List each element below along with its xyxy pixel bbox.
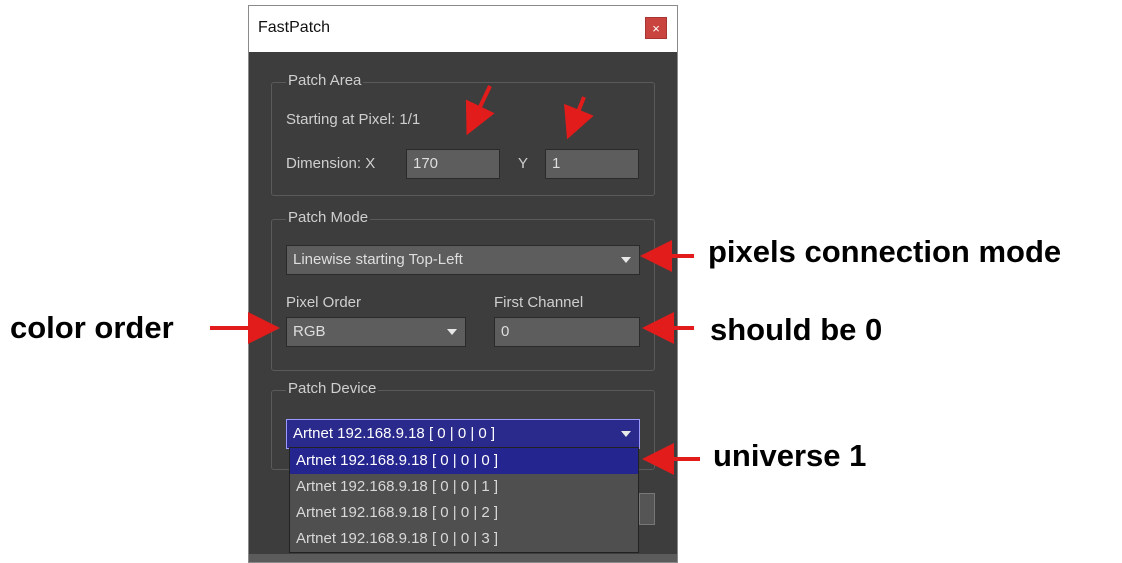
title-bar: FastPatch × xyxy=(249,6,677,53)
dropdown-option[interactable]: Artnet 192.168.9.18 [ 0 | 0 | 1 ] xyxy=(290,474,638,500)
close-icon: × xyxy=(652,21,660,36)
first-channel-input[interactable]: 0 xyxy=(494,317,640,347)
dialog-bottom-edge xyxy=(249,554,677,562)
patch-device-select[interactable]: Artnet 192.168.9.18 [ 0 | 0 | 0 ] xyxy=(286,419,640,449)
patch-area-group: Patch Area Starting at Pixel: 1/1 Dimens… xyxy=(271,72,655,196)
annotation-universe-1: universe 1 xyxy=(713,438,867,473)
dropdown-option[interactable]: Artnet 192.168.9.18 [ 0 | 0 | 0 ] xyxy=(290,448,638,474)
patch-mode-title: Patch Mode xyxy=(286,209,371,226)
first-channel-label: First Channel xyxy=(494,294,584,311)
patch-mode-group: Patch Mode Linewise starting Top-Left Pi… xyxy=(271,209,655,371)
annotation-color-order: color order xyxy=(10,310,174,345)
pixel-order-select[interactable]: RGB xyxy=(286,317,466,347)
patch-area-title: Patch Area xyxy=(286,72,364,89)
dimension-x-label: Dimension: X xyxy=(286,155,376,172)
patch-device-dropdown-list: Artnet 192.168.9.18 [ 0 | 0 | 0 ] Artnet… xyxy=(289,447,639,553)
starting-pixel-label: Starting at Pixel: 1/1 xyxy=(286,111,421,128)
chevron-down-icon xyxy=(447,329,457,335)
dropdown-option[interactable]: Artnet 192.168.9.18 [ 0 | 0 | 3 ] xyxy=(290,526,638,552)
fastpatch-dialog: FastPatch × Patch Area Starting at Pixel… xyxy=(248,5,678,563)
patch-mode-value: Linewise starting Top-Left xyxy=(293,251,463,268)
annotation-pixels-connection-mode: pixels connection mode xyxy=(708,234,1062,269)
dropdown-option[interactable]: Artnet 192.168.9.18 [ 0 | 0 | 2 ] xyxy=(290,500,638,526)
chevron-down-icon xyxy=(621,431,631,437)
patch-mode-select[interactable]: Linewise starting Top-Left xyxy=(286,245,640,275)
dimension-x-input[interactable]: 170 xyxy=(406,149,500,179)
window-title: FastPatch xyxy=(258,19,331,36)
dimension-y-label: Y xyxy=(518,155,529,172)
patch-device-value: Artnet 192.168.9.18 [ 0 | 0 | 0 ] xyxy=(293,425,496,442)
annotation-should-be-0: should be 0 xyxy=(710,312,883,347)
pixel-order-value: RGB xyxy=(293,323,326,340)
partially-hidden-button[interactable] xyxy=(639,493,655,525)
patch-device-title: Patch Device xyxy=(286,380,379,397)
pixel-order-label: Pixel Order xyxy=(286,294,362,311)
close-button[interactable]: × xyxy=(645,17,667,39)
chevron-down-icon xyxy=(621,257,631,263)
dimension-y-input[interactable]: 1 xyxy=(545,149,639,179)
